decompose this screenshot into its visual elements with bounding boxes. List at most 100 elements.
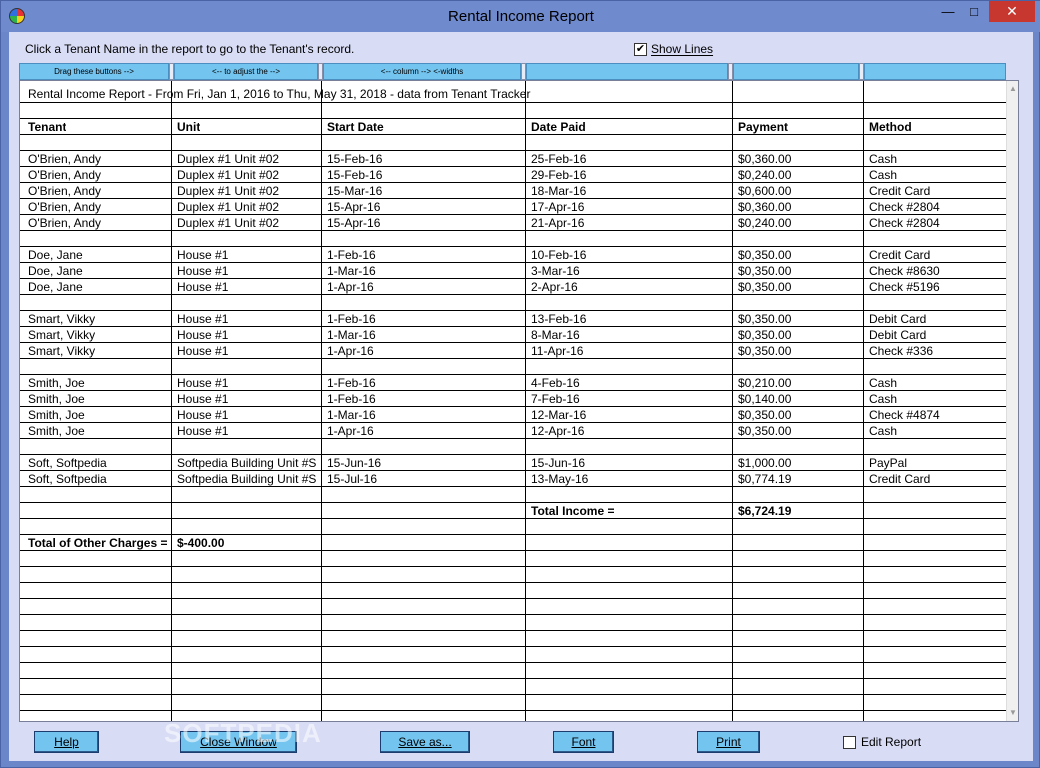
title-bar[interactable]: Rental Income Report — □ ✕	[1, 1, 1040, 32]
tenant-name-link[interactable]: Smith, Joe	[28, 376, 85, 390]
font-button[interactable]: Font	[553, 731, 614, 753]
blank-row	[20, 567, 1008, 583]
column-button-unit[interactable]: <-- to adjust the -->	[174, 63, 318, 80]
start-date-cell: 15-Apr-16	[327, 200, 381, 214]
method-cell: Check #5196	[869, 280, 940, 294]
tenant-name-link[interactable]: Smith, Joe	[28, 408, 85, 422]
payment-cell: $0,240.00	[738, 216, 792, 230]
blank-row	[20, 231, 1008, 247]
tenant-name-link[interactable]: Soft, Softpedia	[28, 456, 107, 470]
table-row: Smart, Vikky House #1 1-Feb-16 13-Feb-16 $0,…	[20, 311, 1008, 327]
save-as-button[interactable]: Save as...	[380, 731, 470, 753]
other-charges-label: Total of Other Charges =	[28, 536, 168, 550]
payment-cell: $0,350.00	[738, 280, 792, 294]
method-cell: Debit Card	[869, 328, 927, 342]
show-lines-checkbox[interactable]: ✔	[634, 42, 647, 56]
column-button-paid[interactable]	[526, 63, 728, 80]
table-row: O'Brien, Andy Duplex #1 Unit #02 15-Feb-16…	[20, 167, 1008, 183]
start-date-cell: 15-Feb-16	[327, 152, 383, 166]
blank-row	[20, 487, 1008, 503]
tenant-name-link[interactable]: Smith, Joe	[28, 424, 85, 438]
date-paid-cell: 12-Apr-16	[531, 424, 585, 438]
scroll-up-icon[interactable]: ▲	[1007, 83, 1018, 95]
tenant-name-link[interactable]: Smith, Joe	[28, 392, 85, 406]
edit-report-label: Edit Report	[861, 735, 922, 749]
close-icon: ✕	[1006, 3, 1018, 19]
unit-cell: Duplex #1 Unit #02	[177, 152, 280, 166]
tenant-name-link[interactable]: O'Brien, Andy	[28, 184, 101, 198]
blank-row	[20, 711, 1008, 721]
close-window-button[interactable]: Close Window	[180, 731, 297, 753]
tenant-name-link[interactable]: Doe, Jane	[28, 248, 83, 262]
tenant-name-link[interactable]: Doe, Jane	[28, 280, 83, 294]
blank-row	[20, 599, 1008, 615]
payment-cell: $0,350.00	[738, 328, 792, 342]
tenant-name-link[interactable]: O'Brien, Andy	[28, 168, 101, 182]
start-date-cell: 1-Feb-16	[327, 248, 376, 262]
report-table: Rental Income Report - From Fri, Jan 1, …	[19, 80, 1019, 722]
tenant-name-link[interactable]: O'Brien, Andy	[28, 152, 101, 166]
table-row: Soft, Softpedia Softpedia Building Unit #…	[20, 471, 1008, 487]
payment-cell: $0,240.00	[738, 168, 792, 182]
date-paid-cell: 3-Mar-16	[531, 264, 580, 278]
header-method: Method	[869, 120, 912, 134]
table-row: O'Brien, Andy Duplex #1 Unit #02 15-Feb-16…	[20, 151, 1008, 167]
date-paid-cell: 17-Apr-16	[531, 200, 585, 214]
method-cell: Check #8630	[869, 264, 940, 278]
start-date-cell: 1-Feb-16	[327, 376, 376, 390]
header-row: Tenant Unit Start Date Date Paid Payment Meth…	[20, 119, 1008, 135]
unit-cell: House #1	[177, 312, 229, 326]
minimize-button[interactable]: —	[935, 1, 961, 22]
edit-report-checkbox[interactable]	[843, 735, 856, 749]
tenant-name-link[interactable]: Doe, Jane	[28, 264, 83, 278]
tenant-name-link[interactable]: O'Brien, Andy	[28, 200, 101, 214]
tenant-name-link[interactable]: Smart, Vikky	[28, 328, 95, 342]
start-date-cell: 15-Jul-16	[327, 472, 378, 486]
tenant-name-link[interactable]: Smart, Vikky	[28, 344, 95, 358]
maximize-button[interactable]: □	[961, 1, 987, 22]
table-row: Doe, Jane House #1 1-Apr-16 2-Apr-16 $0,350.…	[20, 279, 1008, 295]
column-button-method[interactable]	[864, 63, 1006, 80]
table-row: Soft, Softpedia Softpedia Building Unit #…	[20, 455, 1008, 471]
table-row: Doe, Jane House #1 1-Mar-16 3-Mar-16 $0,350.…	[20, 263, 1008, 279]
blank-row	[20, 695, 1008, 711]
payment-cell: $0,140.00	[738, 392, 792, 406]
table-row: Smith, Joe House #1 1-Mar-16 12-Mar-16 $0,35…	[20, 407, 1008, 423]
table-row: Smith, Joe House #1 1-Apr-16 12-Apr-16 $0,35…	[20, 423, 1008, 439]
date-paid-cell: 29-Feb-16	[531, 168, 587, 182]
tenant-name-link[interactable]: Smart, Vikky	[28, 312, 95, 326]
table-row: Smith, Joe House #1 1-Feb-16 4-Feb-16 $0,210…	[20, 375, 1008, 391]
start-date-cell: 1-Feb-16	[327, 392, 376, 406]
method-cell: Check #4874	[869, 408, 940, 422]
table-row: Smart, Vikky House #1 1-Mar-16 8-Mar-16 $0,3…	[20, 327, 1008, 343]
blank-row	[20, 103, 1008, 119]
tenant-name-link[interactable]: O'Brien, Andy	[28, 216, 101, 230]
instruction-text: Click a Tenant Name in the report to go …	[25, 42, 355, 56]
start-date-cell: 1-Feb-16	[327, 312, 376, 326]
date-paid-cell: 4-Feb-16	[531, 376, 580, 390]
start-date-cell: 15-Apr-16	[327, 216, 381, 230]
column-button-tenant[interactable]: Drag these buttons -->	[19, 63, 169, 80]
blank-row	[20, 439, 1008, 455]
table-row: O'Brien, Andy Duplex #1 Unit #02 15-Apr-16…	[20, 199, 1008, 215]
date-paid-cell: 7-Feb-16	[531, 392, 580, 406]
show-lines-toggle[interactable]: ✔ Show Lines	[634, 42, 713, 56]
method-cell: Debit Card	[869, 312, 927, 326]
close-button[interactable]: ✕	[989, 1, 1035, 22]
start-date-cell: 1-Mar-16	[327, 408, 376, 422]
print-button[interactable]: Print	[697, 731, 760, 753]
column-button-start[interactable]: <-- column --> <-widths	[323, 63, 521, 80]
payment-cell: $0,774.19	[738, 472, 792, 486]
vertical-scrollbar[interactable]: ▲ ▼	[1006, 81, 1018, 721]
unit-cell: Duplex #1 Unit #02	[177, 168, 280, 182]
maximize-icon: □	[970, 4, 978, 19]
payment-cell: $0,350.00	[738, 344, 792, 358]
scroll-down-icon[interactable]: ▼	[1007, 707, 1018, 719]
tenant-name-link[interactable]: Soft, Softpedia	[28, 472, 107, 486]
client-area: Click a Tenant Name in the report to go …	[9, 32, 1033, 761]
column-button-payment[interactable]	[733, 63, 859, 80]
edit-report-toggle[interactable]: Edit Report	[843, 735, 921, 749]
method-cell: Check #336	[869, 344, 934, 358]
help-button[interactable]: Help	[34, 731, 99, 753]
method-cell: Check #2804	[869, 216, 940, 230]
